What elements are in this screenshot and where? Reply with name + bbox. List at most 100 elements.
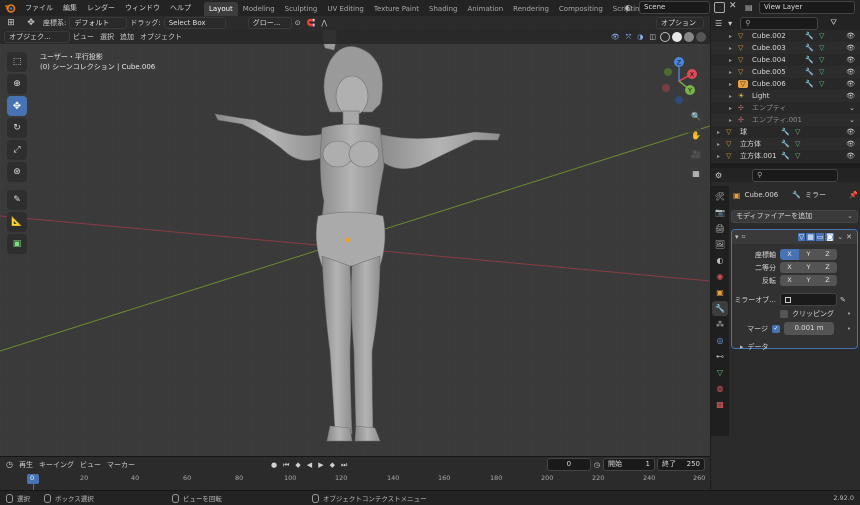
tab-sculpting[interactable]: Sculpting: [280, 2, 323, 16]
scale-tool-icon[interactable]: ⤢: [7, 140, 27, 160]
modifier-menu-icon[interactable]: ⌄: [837, 233, 843, 241]
merge-checkbox[interactable]: ✓: [772, 324, 780, 333]
preview-range-icon[interactable]: ◷: [591, 458, 603, 472]
visibility-eye-icon[interactable]: 👁: [846, 140, 855, 148]
tab-rendering[interactable]: Rendering: [508, 2, 554, 16]
add-modifier-dropdown[interactable]: モディファイアーを追加 ⌄: [731, 210, 858, 223]
navigation-gizmo[interactable]: X Z Y: [652, 54, 706, 108]
coord-dropdown[interactable]: デフォルト: [69, 17, 128, 29]
tab-animation[interactable]: Animation: [462, 2, 508, 16]
zoom-icon[interactable]: 🔍: [688, 108, 704, 124]
tab-tool-icon[interactable]: 🛠: [712, 189, 728, 204]
render-toggle-icon[interactable]: ◙: [825, 233, 835, 241]
transform-move-icon[interactable]: ✥: [22, 18, 40, 28]
outliner-item[interactable]: ▸ ▽ 立方体 🔧 ▽ 👁: [711, 138, 860, 150]
shading-material-icon[interactable]: [684, 32, 694, 42]
current-frame-field[interactable]: 0: [546, 458, 591, 471]
clipping-keyframe-icon[interactable]: •: [847, 310, 851, 318]
outliner-item[interactable]: ▸ ▽ Cube.005 🔧 ▽ 👁: [711, 66, 860, 78]
outliner-item[interactable]: ▸ ▽ Cube.002 🔧 ▽ 👁: [711, 30, 860, 42]
outliner-item[interactable]: ▸ ☀ Light 👁: [711, 90, 860, 102]
expand-chevron-icon[interactable]: ▸: [717, 129, 726, 136]
timeline[interactable]: ◷ 再生 キーイング ビュー マーカー ● ⏮ ◆ ◀ ▶ ◆ ⏭ 0 ◷ 開始…: [0, 456, 710, 492]
next-key-icon[interactable]: ◆: [327, 458, 338, 472]
view-layer-selector[interactable]: ▤ View Layer: [745, 1, 855, 14]
collapse-chevron-icon[interactable]: ▾: [735, 233, 739, 241]
editmode-toggle-icon[interactable]: ▽: [797, 233, 806, 241]
outliner-item[interactable]: ▸ ✣ エンプティ ⌄: [711, 102, 860, 114]
tab-uv-editing[interactable]: UV Editing: [322, 2, 369, 16]
menu-add[interactable]: 追加: [117, 30, 137, 44]
tab-object-icon[interactable]: ▣: [712, 285, 728, 300]
tab-physics-icon[interactable]: ◎: [712, 333, 728, 348]
tab-constraints-icon[interactable]: ⊷: [712, 349, 728, 364]
modifier-remove-icon[interactable]: ✕: [846, 233, 852, 241]
transform-orientation-dropdown[interactable]: グロー...: [247, 17, 292, 29]
outliner-item[interactable]: ▸ ▽ 立方体.001 🔧 ▽ 👁: [711, 150, 860, 162]
visibility-eye-icon[interactable]: ⌄: [849, 116, 855, 124]
eyedropper-icon[interactable]: ✎: [840, 296, 846, 304]
scene-name-field[interactable]: Scene: [639, 1, 710, 14]
tab-scene-icon[interactable]: ◐: [712, 253, 728, 268]
tab-modeling[interactable]: Modeling: [238, 2, 280, 16]
cursor-tool-icon[interactable]: ⊕: [7, 74, 27, 94]
cage-toggle-icon[interactable]: ▦: [806, 233, 815, 241]
scene-selector[interactable]: ◐ Scene: [625, 1, 710, 14]
move-tool-icon[interactable]: ✥: [7, 96, 27, 116]
shading-rendered-icon[interactable]: [696, 32, 706, 42]
tab-modifier-icon[interactable]: 🔧: [712, 301, 728, 316]
camera-view-icon[interactable]: 🎥: [688, 146, 704, 162]
visibility-eye-icon[interactable]: 👁: [846, 80, 855, 88]
tab-texture-paint[interactable]: Texture Paint: [369, 2, 424, 16]
visibility-eye-icon[interactable]: 👁: [846, 44, 855, 52]
bisect-z-toggle[interactable]: Z: [818, 262, 837, 273]
tab-particles-icon[interactable]: ⁂: [712, 317, 728, 332]
outliner-item[interactable]: ▸ ▽ Cube.006 🔧 ▽ 👁: [711, 78, 860, 90]
start-frame-field[interactable]: 開始 1: [603, 458, 655, 471]
menu-object[interactable]: オブジェクト: [137, 30, 185, 44]
expand-chevron-icon[interactable]: ▸: [717, 141, 726, 148]
outliner-display-icon[interactable]: ▾: [728, 19, 732, 28]
tab-view-layer-icon[interactable]: 🖼: [712, 237, 728, 252]
menu-view[interactable]: ビュー: [70, 30, 97, 44]
outliner-item[interactable]: ▸ ▽ Cube.003 🔧 ▽ 👁: [711, 42, 860, 54]
timeline-menu-playback[interactable]: 再生: [16, 458, 36, 472]
properties-editor-icon[interactable]: ⚙: [715, 171, 722, 180]
pan-hand-icon[interactable]: ✋: [688, 127, 704, 143]
timeline-menu-view[interactable]: ビュー: [77, 458, 104, 472]
expand-chevron-icon[interactable]: ▸: [729, 105, 738, 112]
tab-data-icon[interactable]: ▽: [712, 365, 728, 380]
expand-chevron-icon[interactable]: ▸: [729, 45, 738, 52]
transform-tool-icon[interactable]: ⊛: [7, 162, 27, 182]
visibility-eye-icon[interactable]: 👁: [846, 68, 855, 76]
visibility-eye-icon[interactable]: ⌄: [849, 104, 855, 112]
visibility-eye-icon[interactable]: 👁: [846, 32, 855, 40]
editor-type-icon[interactable]: ⊞: [0, 18, 22, 28]
pivot-icon[interactable]: ⊙: [292, 16, 304, 30]
visibility-eye-icon[interactable]: 👁: [846, 128, 855, 136]
jump-start-icon[interactable]: ⏮: [280, 458, 292, 472]
scene-remove-icon[interactable]: ✕: [729, 1, 737, 11]
select-tool-icon[interactable]: ⬚: [7, 52, 27, 72]
shading-solid-icon[interactable]: [672, 32, 682, 42]
expand-chevron-icon[interactable]: ▸: [729, 33, 738, 40]
overlay-toggle-icon[interactable]: ◑: [634, 30, 646, 44]
timeline-editor-icon[interactable]: ◷: [3, 458, 16, 472]
flip-y-toggle[interactable]: Y: [799, 275, 818, 286]
outliner-editor-icon[interactable]: ☰: [715, 19, 722, 28]
xray-icon[interactable]: ◫: [646, 30, 659, 44]
3d-viewport[interactable]: ⊞ ✥ 座標系: デフォルト ドラッグ: Select Box グロー... ⊙…: [0, 16, 710, 456]
timeline-menu-keying[interactable]: キーイング: [36, 458, 77, 472]
annotate-tool-icon[interactable]: ✎: [7, 190, 27, 210]
expand-chevron-icon[interactable]: ▸: [729, 81, 738, 88]
menu-select[interactable]: 選択: [97, 30, 117, 44]
merge-keyframe-icon[interactable]: •: [847, 325, 851, 333]
properties-search-input[interactable]: ⚲: [752, 168, 839, 182]
outliner-item[interactable]: ▸ ▽ Cube.004 🔧 ▽ 👁: [711, 54, 860, 66]
timeline-ruler[interactable]: 0 20 40 60 80 100 120 140 160 180 200 22…: [0, 473, 710, 492]
bisect-x-toggle[interactable]: X: [780, 262, 799, 273]
bisect-y-toggle[interactable]: Y: [799, 262, 818, 273]
viewport-toggle-icon[interactable]: ▭: [815, 233, 825, 241]
pin-icon[interactable]: 📌: [849, 191, 858, 199]
tab-texture-icon[interactable]: ▩: [712, 397, 728, 412]
